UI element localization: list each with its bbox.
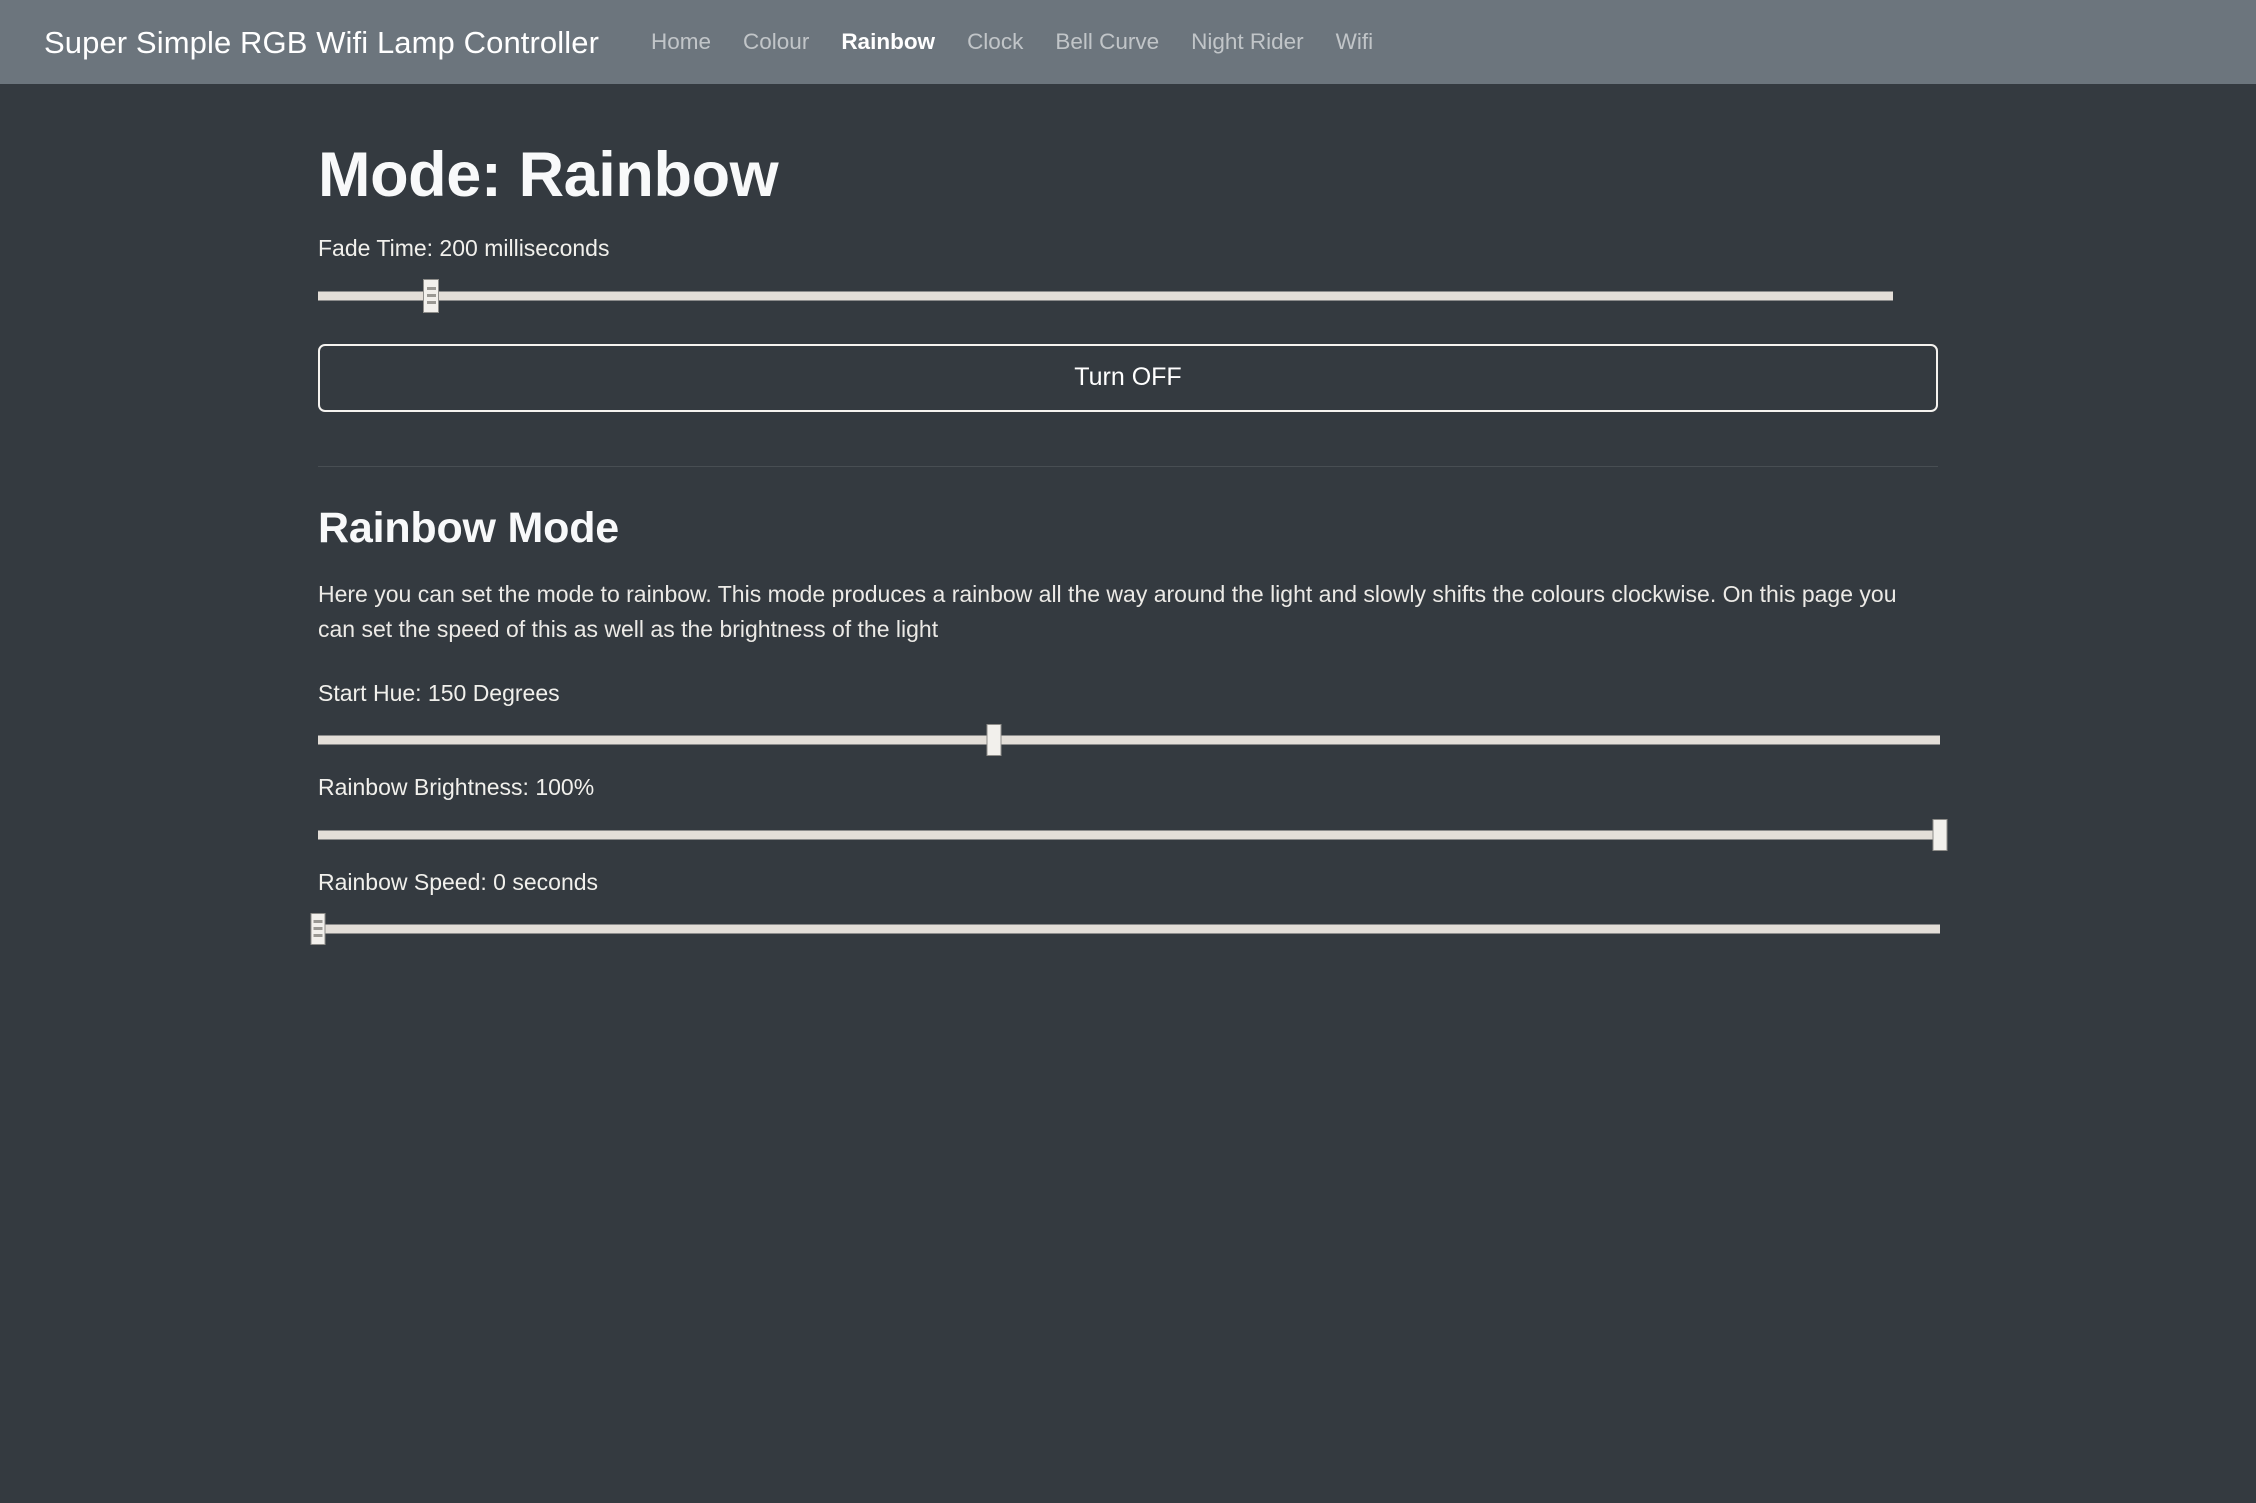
app-brand-title: Super Simple RGB Wifi Lamp Controller bbox=[44, 27, 599, 58]
nav-link-home[interactable]: Home bbox=[635, 31, 727, 54]
grip-line-icon bbox=[314, 927, 323, 930]
fade-time-slider-track[interactable] bbox=[318, 291, 1893, 300]
rainbow-speed-slider[interactable] bbox=[318, 912, 1938, 946]
grip-line-icon bbox=[427, 294, 436, 297]
section-description: Here you can set the mode to rainbow. Th… bbox=[318, 577, 1938, 647]
page-container: Mode: Rainbow Fade Time: 200 millisecond… bbox=[318, 84, 1938, 946]
rainbow-brightness-slider[interactable] bbox=[318, 818, 1938, 852]
fade-time-slider-thumb[interactable] bbox=[423, 279, 439, 313]
rainbow-speed-label: Rainbow Speed: 0 seconds bbox=[318, 867, 1938, 898]
rainbow-speed-slider-track[interactable] bbox=[318, 924, 1940, 933]
rainbow-brightness-group: Rainbow Brightness: 100% bbox=[318, 772, 1938, 851]
nav-link-bell-curve[interactable]: Bell Curve bbox=[1039, 31, 1175, 54]
nav-link-wifi[interactable]: Wifi bbox=[1320, 31, 1390, 54]
start-hue-slider[interactable] bbox=[318, 723, 1938, 757]
rainbow-speed-group: Rainbow Speed: 0 seconds bbox=[318, 867, 1938, 946]
grip-line-icon bbox=[427, 301, 436, 304]
fade-time-slider[interactable] bbox=[318, 279, 1938, 313]
start-hue-label: Start Hue: 150 Degrees bbox=[318, 678, 1938, 709]
nav-link-night-rider[interactable]: Night Rider bbox=[1175, 31, 1320, 54]
nav-link-clock[interactable]: Clock bbox=[951, 31, 1039, 54]
rainbow-brightness-label: Rainbow Brightness: 100% bbox=[318, 772, 1938, 803]
nav-link-rainbow[interactable]: Rainbow bbox=[825, 31, 951, 54]
start-hue-group: Start Hue: 150 Degrees bbox=[318, 678, 1938, 757]
page-title: Mode: Rainbow bbox=[318, 84, 1938, 211]
fade-time-label: Fade Time: 200 milliseconds bbox=[318, 233, 1938, 264]
grip-line-icon bbox=[314, 920, 323, 923]
start-hue-slider-track[interactable] bbox=[318, 736, 1940, 745]
section-title-rainbow-mode: Rainbow Mode bbox=[318, 504, 1938, 553]
rainbow-speed-slider-thumb[interactable] bbox=[311, 913, 326, 945]
start-hue-slider-thumb[interactable] bbox=[987, 724, 1002, 756]
main-navigation: Home Colour Rainbow Clock Bell Curve Nig… bbox=[635, 31, 1389, 54]
turn-off-button[interactable]: Turn OFF bbox=[318, 344, 1938, 412]
nav-link-colour[interactable]: Colour bbox=[727, 31, 825, 54]
grip-line-icon bbox=[427, 287, 436, 290]
navbar: Super Simple RGB Wifi Lamp Controller Ho… bbox=[0, 0, 2256, 84]
fade-time-group: Fade Time: 200 milliseconds bbox=[318, 233, 1938, 313]
grip-line-icon bbox=[314, 934, 323, 937]
section-divider bbox=[318, 466, 1938, 467]
rainbow-brightness-slider-thumb[interactable] bbox=[1933, 819, 1948, 851]
rainbow-brightness-slider-track[interactable] bbox=[318, 830, 1940, 839]
